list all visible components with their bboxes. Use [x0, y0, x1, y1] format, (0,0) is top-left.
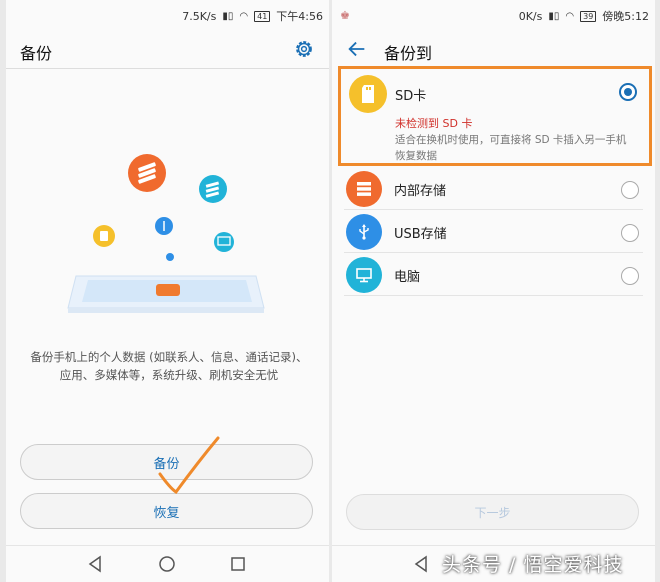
backup-illustration	[67, 154, 265, 313]
app-bar: 备份到	[332, 32, 655, 68]
back-arrow-icon[interactable]	[346, 38, 368, 60]
status-bar: ♚ 0K/s ▮▯ ◠ 39 傍晚5:12	[332, 0, 655, 32]
navigation-bar	[6, 545, 329, 582]
clock: 傍晚5:12	[602, 10, 649, 23]
sd-card-icon	[349, 75, 387, 113]
option-computer[interactable]: 电脑	[344, 254, 643, 296]
monitor-icon	[346, 257, 382, 293]
option-radio[interactable]	[621, 224, 639, 242]
storage-icon	[346, 171, 382, 207]
backup-screen: 7.5K/s ▮▯ ◠ 41 下午4:56 备份 备份手机上的个人数据 (如联系…	[6, 0, 329, 582]
divider	[6, 68, 329, 69]
net-speed: 0K/s	[518, 9, 543, 23]
option-radio[interactable]	[621, 181, 639, 199]
sd-card-error: 未检测到 SD 卡	[395, 117, 473, 130]
wifi-icon: ◠	[239, 10, 249, 22]
option-label: 内部存储	[394, 184, 447, 199]
page-title: 备份	[20, 44, 53, 63]
option-label: 电脑	[394, 270, 421, 285]
sd-card-option[interactable]: SD卡 未检测到 SD 卡 适合在换机时使用，可直接将 SD 卡插入另一手机恢复…	[338, 66, 652, 166]
option-radio[interactable]	[621, 267, 639, 285]
sd-card-label: SD卡	[395, 89, 427, 104]
battery-icon: 39	[580, 10, 597, 22]
nav-back-icon[interactable]	[412, 554, 432, 574]
next-button[interactable]: 下一步	[346, 494, 639, 530]
backup-description: 备份手机上的个人数据 (如联系人、信息、通话记录)、应用、多媒体等，系统升级、刷…	[30, 350, 308, 382]
restore-button[interactable]: 恢复	[20, 493, 313, 529]
battery-icon: 41	[254, 10, 271, 22]
app-bar: 备份	[6, 32, 329, 68]
nav-back-icon[interactable]	[86, 554, 106, 574]
usb-icon	[346, 214, 382, 250]
notification-icon: ♚	[340, 9, 350, 22]
nav-recents-icon[interactable]	[228, 554, 248, 574]
option-usb-storage[interactable]: USB存储	[344, 211, 643, 253]
backup-to-screen: ♚ 0K/s ▮▯ ◠ 39 傍晚5:12 备份到 SD卡 未检测到 SD 卡 …	[332, 0, 655, 582]
signal-icon: ▮▯	[222, 10, 234, 22]
sd-card-radio[interactable]	[619, 83, 637, 101]
option-internal-storage[interactable]: 内部存储	[344, 168, 643, 210]
watermark: 头条号 / 悟空爱科技	[442, 554, 624, 576]
option-label: USB存储	[394, 227, 447, 242]
backup-button[interactable]: 备份	[20, 444, 313, 480]
signal-icon: ▮▯	[548, 10, 560, 22]
sd-card-hint: 适合在换机时使用，可直接将 SD 卡插入另一手机恢复数据	[395, 134, 627, 162]
page-title: 备份到	[384, 44, 433, 63]
gear-icon[interactable]	[293, 38, 315, 60]
clock: 下午4:56	[276, 10, 323, 23]
wifi-icon: ◠	[565, 10, 575, 22]
status-bar: 7.5K/s ▮▯ ◠ 41 下午4:56	[6, 0, 329, 32]
nav-home-icon[interactable]	[157, 554, 177, 574]
net-speed: 7.5K/s	[182, 9, 217, 23]
